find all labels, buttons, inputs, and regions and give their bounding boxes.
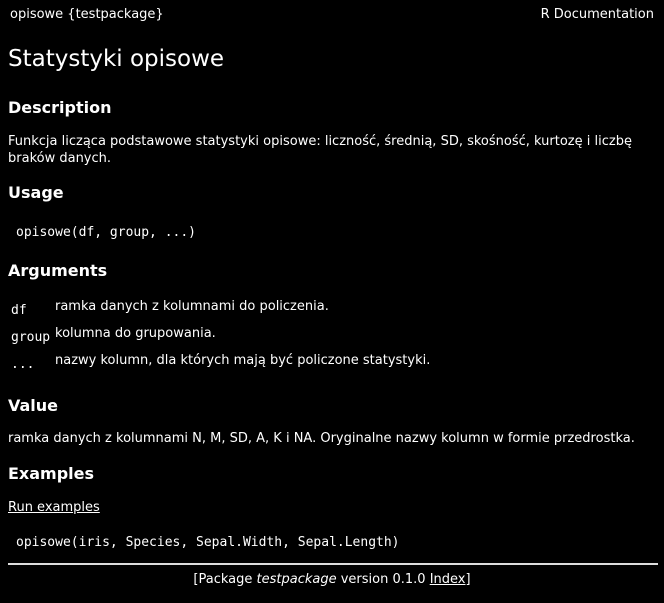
arguments-heading: Arguments bbox=[8, 261, 108, 280]
argument-name: ... bbox=[11, 357, 35, 372]
examples-heading: Examples bbox=[8, 464, 95, 483]
usage-heading: Usage bbox=[8, 183, 64, 202]
run-examples-paragraph: Run examples bbox=[8, 499, 658, 516]
argument-row: ... nazwy kolumn, dla których mają być p… bbox=[8, 353, 658, 372]
argument-row: df ramka danych z kolumnami do policzeni… bbox=[8, 299, 658, 318]
argument-description: kolumna do grupowania. bbox=[55, 326, 216, 341]
argument-description: nazwy kolumn, dla których mają być polic… bbox=[55, 353, 431, 368]
topic-label: opisowe {testpackage} bbox=[10, 7, 164, 22]
examples-code: opisowe(iris, Species, Sepal.Width, Sepa… bbox=[16, 535, 400, 550]
footer-divider bbox=[8, 563, 658, 565]
index-link[interactable]: Index bbox=[430, 572, 466, 587]
argument-name: df bbox=[11, 303, 27, 318]
description-heading: Description bbox=[8, 98, 112, 117]
value-heading: Value bbox=[8, 396, 59, 415]
argument-name: group bbox=[11, 330, 51, 345]
value-text: ramka danych z kolumnami N, M, SD, A, K … bbox=[8, 431, 635, 446]
page-header: opisowe {testpackage} R Documentation bbox=[10, 7, 654, 25]
argument-row: group kolumna do grupowania. bbox=[8, 326, 658, 345]
footer-prefix: [Package bbox=[193, 572, 257, 587]
run-examples-link[interactable]: Run examples bbox=[8, 500, 100, 515]
doc-label: R Documentation bbox=[540, 7, 654, 22]
footer-package-name: testpackage bbox=[256, 572, 337, 587]
footer-version: version 0.1.0 bbox=[336, 572, 430, 587]
description-text: Funkcja licząca podstawowe statystyki op… bbox=[8, 134, 632, 166]
page-footer: [Package testpackage version 0.1.0 Index… bbox=[0, 572, 664, 587]
page-title: Statystyki opisowe bbox=[8, 46, 225, 72]
footer-suffix: ] bbox=[465, 572, 471, 587]
usage-code: opisowe(df, group, ...) bbox=[16, 225, 197, 240]
argument-description: ramka danych z kolumnami do policzenia. bbox=[55, 299, 329, 314]
